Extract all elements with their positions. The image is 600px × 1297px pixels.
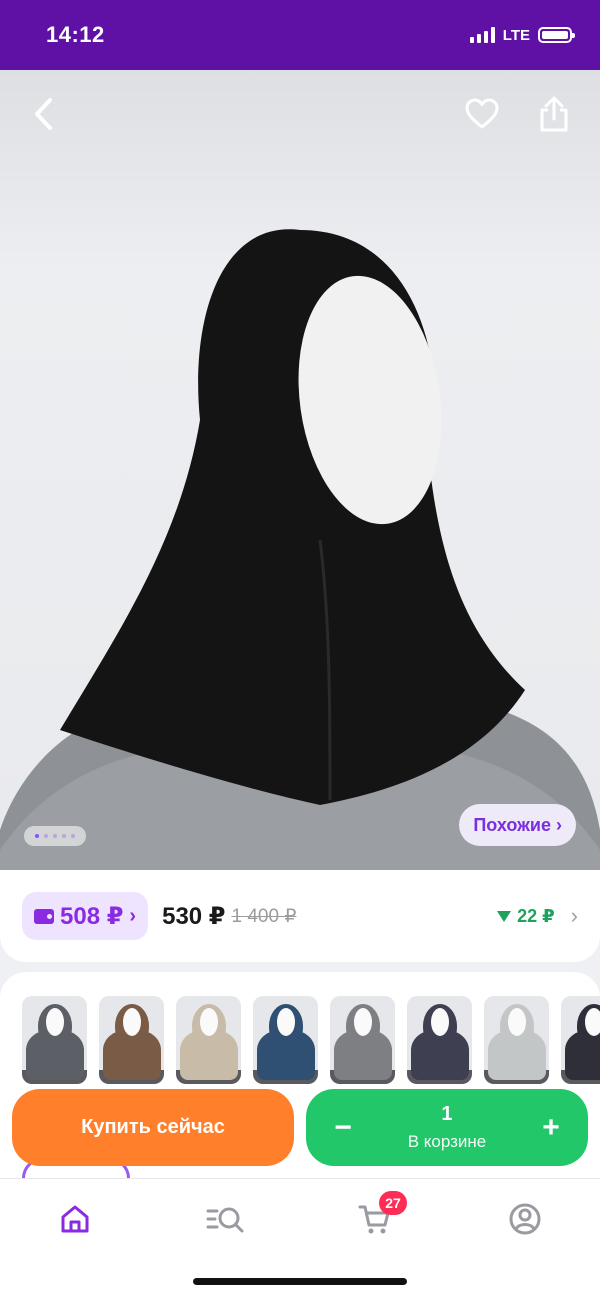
home-icon xyxy=(61,1205,89,1233)
decrease-quantity-button[interactable]: − xyxy=(328,1111,358,1145)
cart-stepper: − 1 В корзине + xyxy=(306,1089,588,1166)
battery-icon xyxy=(538,27,575,43)
share-icon xyxy=(540,96,568,132)
product-photo xyxy=(0,229,600,870)
arrow-down-icon xyxy=(497,910,512,922)
status-indicators: LTE xyxy=(469,26,575,44)
buy-now-button[interactable]: Купить сейчас xyxy=(12,1089,294,1166)
chevron-right-icon: › xyxy=(129,904,137,927)
color-variants xyxy=(22,996,600,1084)
heart-icon xyxy=(465,98,499,129)
signal-icon xyxy=(469,27,495,43)
color-variant-thumbnail[interactable] xyxy=(176,996,241,1084)
similar-button[interactable]: Похожие › xyxy=(459,804,576,846)
color-variant-thumbnail[interactable] xyxy=(99,996,164,1084)
increase-quantity-button[interactable]: + xyxy=(536,1111,566,1145)
cart-quantity-value: 1 xyxy=(441,1103,453,1125)
status-bar: 14:12 LTE xyxy=(0,0,600,70)
nav-cart[interactable]: 27 xyxy=(345,1191,407,1245)
nav-home[interactable] xyxy=(45,1193,105,1245)
image-toolbar xyxy=(0,70,600,158)
nav-profile[interactable] xyxy=(495,1193,555,1245)
price-drop-value: 22 ₽ xyxy=(517,905,555,926)
status-time: 14:12 xyxy=(46,22,105,47)
profile-icon xyxy=(509,1203,541,1235)
wallet-price-badge[interactable]: 508 ₽ › xyxy=(22,892,149,940)
color-variant-thumbnail[interactable] xyxy=(330,996,395,1084)
price-drop[interactable]: 22 ₽ xyxy=(497,906,555,927)
wallet-price-value: 508 ₽ xyxy=(60,902,124,930)
wallet-icon xyxy=(34,908,54,924)
cart-label: В корзине xyxy=(407,1132,487,1151)
current-price: 530 ₽ xyxy=(162,902,226,930)
product-image[interactable]: Похожие › xyxy=(0,70,600,870)
gallery-dots xyxy=(24,826,86,846)
catalog-search-icon xyxy=(206,1207,244,1233)
cart-badge: 27 xyxy=(379,1191,407,1215)
favorite-button[interactable] xyxy=(460,92,504,136)
color-variant-thumbnail[interactable] xyxy=(253,996,318,1084)
nav-catalog[interactable] xyxy=(195,1193,255,1245)
old-price: 1 400 ₽ xyxy=(231,905,297,927)
color-variant-thumbnail[interactable] xyxy=(484,996,549,1084)
chevron-right-icon[interactable]: › xyxy=(571,903,578,929)
price-card: 508 ₽ › 530 ₽ 1 400 ₽ 22 ₽ › xyxy=(0,870,600,962)
back-button[interactable] xyxy=(22,92,66,136)
color-variant-thumbnail[interactable] xyxy=(407,996,472,1084)
color-variant-thumbnail[interactable] xyxy=(561,996,600,1084)
cart-quantity[interactable]: 1 В корзине xyxy=(408,1103,487,1152)
network-type: LTE xyxy=(502,26,530,44)
share-button[interactable] xyxy=(532,92,576,136)
home-indicator xyxy=(193,1278,407,1285)
color-variant-thumbnail[interactable] xyxy=(22,996,87,1084)
chevron-left-icon xyxy=(35,98,52,130)
